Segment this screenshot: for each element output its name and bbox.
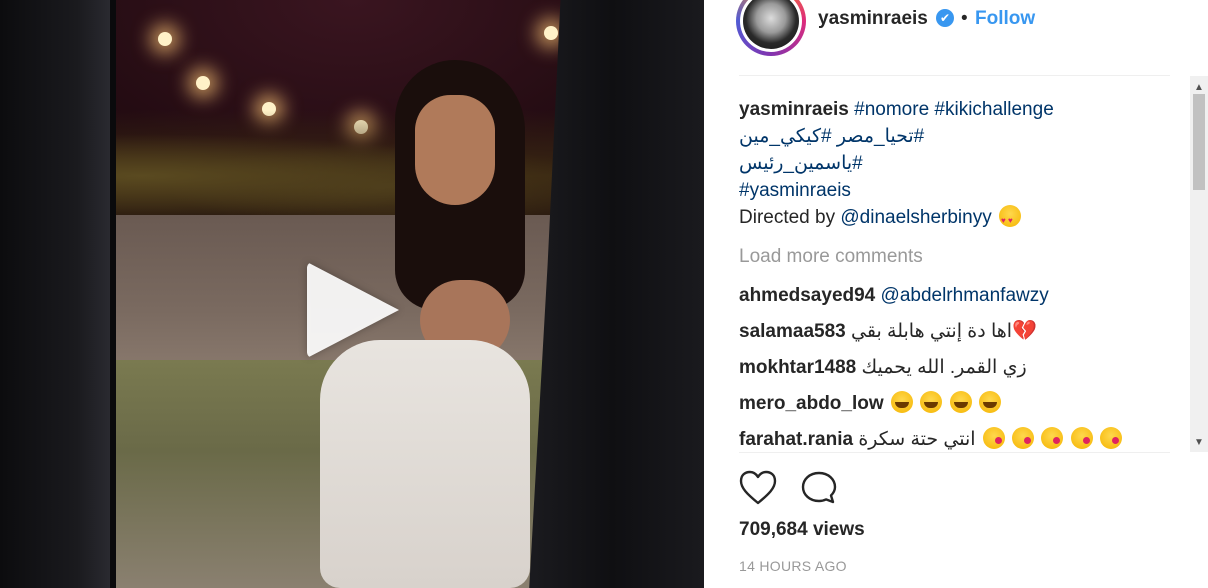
caption-hashtag-name[interactable]: #yasminraeis [739,180,851,201]
comment-username[interactable]: mero_abdo_low [739,393,884,414]
caption-line: yasminraeis #nomore #kikichallenge [739,96,1179,123]
comment-item: mokhtar1488 زي القمر. الله يحميك [739,354,1179,381]
follow-button[interactable]: Follow [975,8,1035,30]
avatar-image [743,0,799,49]
person-face [415,95,495,205]
author-username[interactable]: yasminraeis [818,8,928,30]
avatar[interactable] [736,0,806,56]
scroll-down-arrow-icon[interactable]: ▼ [1194,437,1204,448]
post-header: yasminraeis ✔ • Follow [704,0,1208,76]
comment-bubble-icon[interactable] [800,470,838,506]
comment-username[interactable]: salamaa583 [739,321,846,342]
tears-of-joy-icon [978,391,1001,413]
header-divider [739,75,1170,76]
caption-line: #تحيا_مصر #كيكي_مين [739,123,1179,150]
post-timestamp[interactable]: 14 HOURS AGO [739,558,847,574]
tears-of-joy-icon [920,391,943,413]
street-light [544,26,558,40]
caption-directed-by: Directed by [739,207,841,228]
tears-of-joy-icon [890,391,913,413]
heart-eyes-emoji-icon [998,205,1021,234]
comment-username[interactable]: ahmedsayed94 [739,285,875,306]
comments-list: yasminraeis #nomore #kikichallenge #تحيا… [739,96,1179,456]
separator-dot: • [961,8,968,29]
caption-line: #yasminraeis [739,177,1179,204]
actions-divider [739,452,1170,453]
caption-author[interactable]: yasminraeis [739,99,849,120]
kiss-face-icon [1070,427,1093,449]
street-light [196,76,210,90]
broken-heart-icon: 💔 [1012,320,1037,342]
caption-mention[interactable]: @dinaelsherbinyy [840,207,991,228]
heart-icon[interactable] [739,470,777,506]
comment-text: زي القمر. الله يحميك [861,357,1027,378]
comment-mention[interactable]: @abdelrhmanfawzy [881,285,1049,306]
load-more-comments-button[interactable]: Load more comments [739,243,1179,270]
caption-hashtags[interactable]: #nomore #kikichallenge [854,99,1054,120]
comment-item: mero_abdo_low [739,390,1179,417]
scrollbar-thumb[interactable] [1193,94,1205,190]
kiss-face-icon [1041,427,1064,449]
comments-scrollbar[interactable]: ▲ ▼ [1190,76,1208,452]
caption-line: #ياسمين_رئيس [739,150,1179,177]
car-door-left [0,0,116,588]
kiss-face-icon [1099,427,1122,449]
caption-hashtag-arabic-name[interactable]: #ياسمين_رئيس [739,153,863,174]
comment-item: ahmedsayed94 @abdelrhmanfawzy [739,282,1179,309]
caption-line: Directed by @dinaelsherbinyy [739,204,1179,234]
caption-hashtags-arabic[interactable]: #تحيا_مصر #كيكي_مين [739,126,924,147]
kiss-face-icon [982,427,1005,449]
post-side-panel: yasminraeis ✔ • Follow yasminraeis #nomo… [704,0,1208,588]
comment-text: اها دة إنتي هابلة بقي [851,321,1013,342]
comment-username[interactable]: mokhtar1488 [739,357,856,378]
comment-username[interactable]: farahat.rania [739,429,853,450]
verified-badge-icon: ✔ [936,9,954,27]
street-light [158,32,172,46]
person-dress [320,340,530,588]
post-actions [739,470,939,506]
video-player[interactable] [0,0,704,588]
play-icon[interactable] [307,262,399,358]
comment-item: salamaa583 اها دة إنتي هابلة بقي💔 [739,318,1179,345]
comment-item: farahat.rania انتي حتة سكرة [739,426,1179,453]
views-count[interactable]: 709,684 views [739,519,865,541]
scroll-up-arrow-icon[interactable]: ▲ [1194,82,1204,93]
tears-of-joy-icon [949,391,972,413]
kiss-face-icon [1012,427,1035,449]
comment-text: انتي حتة سكرة [858,429,976,450]
